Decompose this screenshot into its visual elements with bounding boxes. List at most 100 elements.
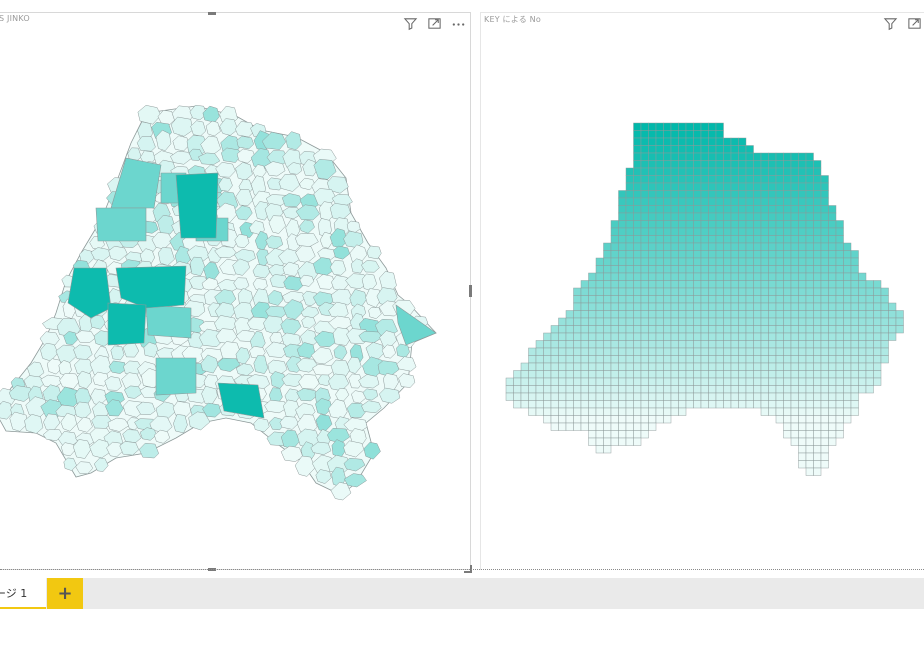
grid-cell: [888, 310, 897, 319]
grid-cell: [700, 332, 709, 341]
grid-cell: [685, 130, 694, 139]
grid-cell: [588, 332, 597, 341]
grid-cell: [700, 190, 709, 199]
grid-mesh-map[interactable]: [481, 13, 924, 571]
grid-cell: [513, 392, 522, 401]
grid-cell: [798, 452, 807, 461]
grid-cell: [790, 182, 799, 191]
grid-cell: [670, 280, 679, 289]
grid-cell: [813, 310, 822, 319]
page-tab-1[interactable]: ページ 1: [0, 578, 46, 609]
grid-cell: [663, 332, 672, 341]
grid-cell: [663, 205, 672, 214]
grid-cell: [768, 302, 777, 311]
grid-cell: [633, 332, 642, 341]
grid-cell: [715, 310, 724, 319]
grid-cell: [798, 400, 807, 409]
grid-cell: [685, 212, 694, 221]
grid-cell: [775, 325, 784, 334]
grid-cell: [655, 137, 664, 146]
grid-cell: [648, 220, 657, 229]
grid-cell: [760, 310, 769, 319]
grid-cell: [565, 325, 574, 334]
grid-cell: [730, 220, 739, 229]
grid-cell: [790, 265, 799, 274]
grid-cell: [760, 197, 769, 206]
grid-cell: [745, 340, 754, 349]
grid-cell: [655, 272, 664, 281]
grid-cell: [655, 250, 664, 259]
grid-cell: [655, 212, 664, 221]
grid-cell: [610, 332, 619, 341]
grid-cell: [558, 415, 567, 424]
grid-cell: [760, 287, 769, 296]
grid-cell: [648, 340, 657, 349]
grid-cell: [835, 302, 844, 311]
grid-cell: [775, 302, 784, 311]
grid-cell: [738, 325, 747, 334]
map-regions: [0, 104, 437, 501]
grid-cell: [595, 392, 604, 401]
grid-cell: [573, 325, 582, 334]
grid-cell: [580, 385, 589, 394]
grid-cell: [633, 205, 642, 214]
grid-cell: [790, 227, 799, 236]
grid-cell: [768, 317, 777, 326]
resize-handle-right[interactable]: [469, 285, 472, 297]
grid-cell: [603, 302, 612, 311]
grid-cell: [760, 407, 769, 416]
grid-cell: [625, 205, 634, 214]
grid-cell: [610, 415, 619, 424]
grid-cell: [670, 167, 679, 176]
grid-cell: [775, 287, 784, 296]
grid-cell: [745, 152, 754, 161]
resize-handle-top[interactable]: [208, 12, 216, 15]
grid-cell: [633, 250, 642, 259]
grid-cell: [745, 175, 754, 184]
grid-cell: [603, 392, 612, 401]
grid-cell: [685, 332, 694, 341]
grid-cell: [723, 145, 732, 154]
grid-cell: [603, 362, 612, 371]
grid-cell: [768, 212, 777, 221]
grid-cell: [715, 257, 724, 266]
grid-cell: [835, 310, 844, 319]
grid-cell: [760, 257, 769, 266]
grid-cell: [738, 205, 747, 214]
grid-cell: [648, 167, 657, 176]
filled-map-visual[interactable]: S JINKO: [0, 12, 472, 573]
grid-cell: [820, 220, 829, 229]
grid-cell: [798, 310, 807, 319]
grid-cell: [798, 175, 807, 184]
grid-cell: [685, 122, 694, 131]
grid-map-visual[interactable]: KEY による No: [480, 12, 924, 570]
grid-cell: [513, 377, 522, 386]
grid-cell: [745, 310, 754, 319]
grid-cell: [880, 287, 889, 296]
choropleth-map[interactable]: [0, 13, 471, 571]
grid-cell: [648, 122, 657, 131]
add-page-button[interactable]: +: [47, 578, 83, 609]
grid-cell: [813, 197, 822, 206]
grid-cell: [858, 325, 867, 334]
grid-cell: [708, 242, 717, 251]
grid-cell: [768, 265, 777, 274]
grid-cell: [708, 152, 717, 161]
grid-cell: [760, 280, 769, 289]
grid-cell: [610, 407, 619, 416]
grid-cell: [595, 310, 604, 319]
grid-cell: [730, 295, 739, 304]
grid-cell: [610, 287, 619, 296]
grid-cell: [625, 347, 634, 356]
grid-cell: [655, 302, 664, 311]
grid-cell: [685, 250, 694, 259]
grid-cell: [790, 317, 799, 326]
grid-cell: [678, 167, 687, 176]
grid-cell: [633, 430, 642, 439]
grid-cell: [550, 325, 559, 334]
grid-cell: [850, 362, 859, 371]
grid-cell: [760, 175, 769, 184]
grid-cell: [610, 430, 619, 439]
grid-cell: [790, 392, 799, 401]
grid-cell: [850, 287, 859, 296]
